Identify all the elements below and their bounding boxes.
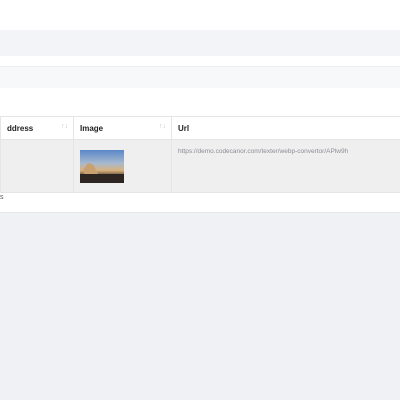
column-header-address[interactable]: ddress ↑↓ <box>0 116 74 140</box>
column-header-image[interactable]: Image ↑↓ <box>73 116 172 140</box>
ground-shape <box>80 173 124 183</box>
top-navbar <box>0 0 400 30</box>
sort-icon[interactable]: ↑↓ <box>159 123 166 130</box>
sort-icon[interactable]: ↑↓ <box>61 123 68 130</box>
cell-address <box>0 139 74 193</box>
card-toolbar <box>0 66 400 90</box>
column-header-label: Image <box>80 123 104 133</box>
cell-image <box>73 139 172 193</box>
table-header-row: ddress ↑↓ Image ↑↓ Url <box>0 116 400 140</box>
card-filter-row <box>0 88 400 116</box>
landscape-thumbnail-image[interactable] <box>80 149 124 183</box>
column-header-label: ddress <box>7 123 34 133</box>
data-table: ddress ↑↓ Image ↑↓ Url https://demo.code… <box>0 116 400 193</box>
table-card: ddress ↑↓ Image ↑↓ Url https://demo.code… <box>0 56 400 213</box>
page-header-band <box>0 30 400 56</box>
table-row[interactable]: https://demo.codecanor.com/texter/webp-c… <box>0 139 400 193</box>
column-header-url[interactable]: Url <box>171 116 400 140</box>
cell-url[interactable]: https://demo.codecanor.com/texter/webp-c… <box>171 139 400 193</box>
column-header-label: Url <box>178 123 190 133</box>
table-footer-info: s <box>0 194 4 201</box>
